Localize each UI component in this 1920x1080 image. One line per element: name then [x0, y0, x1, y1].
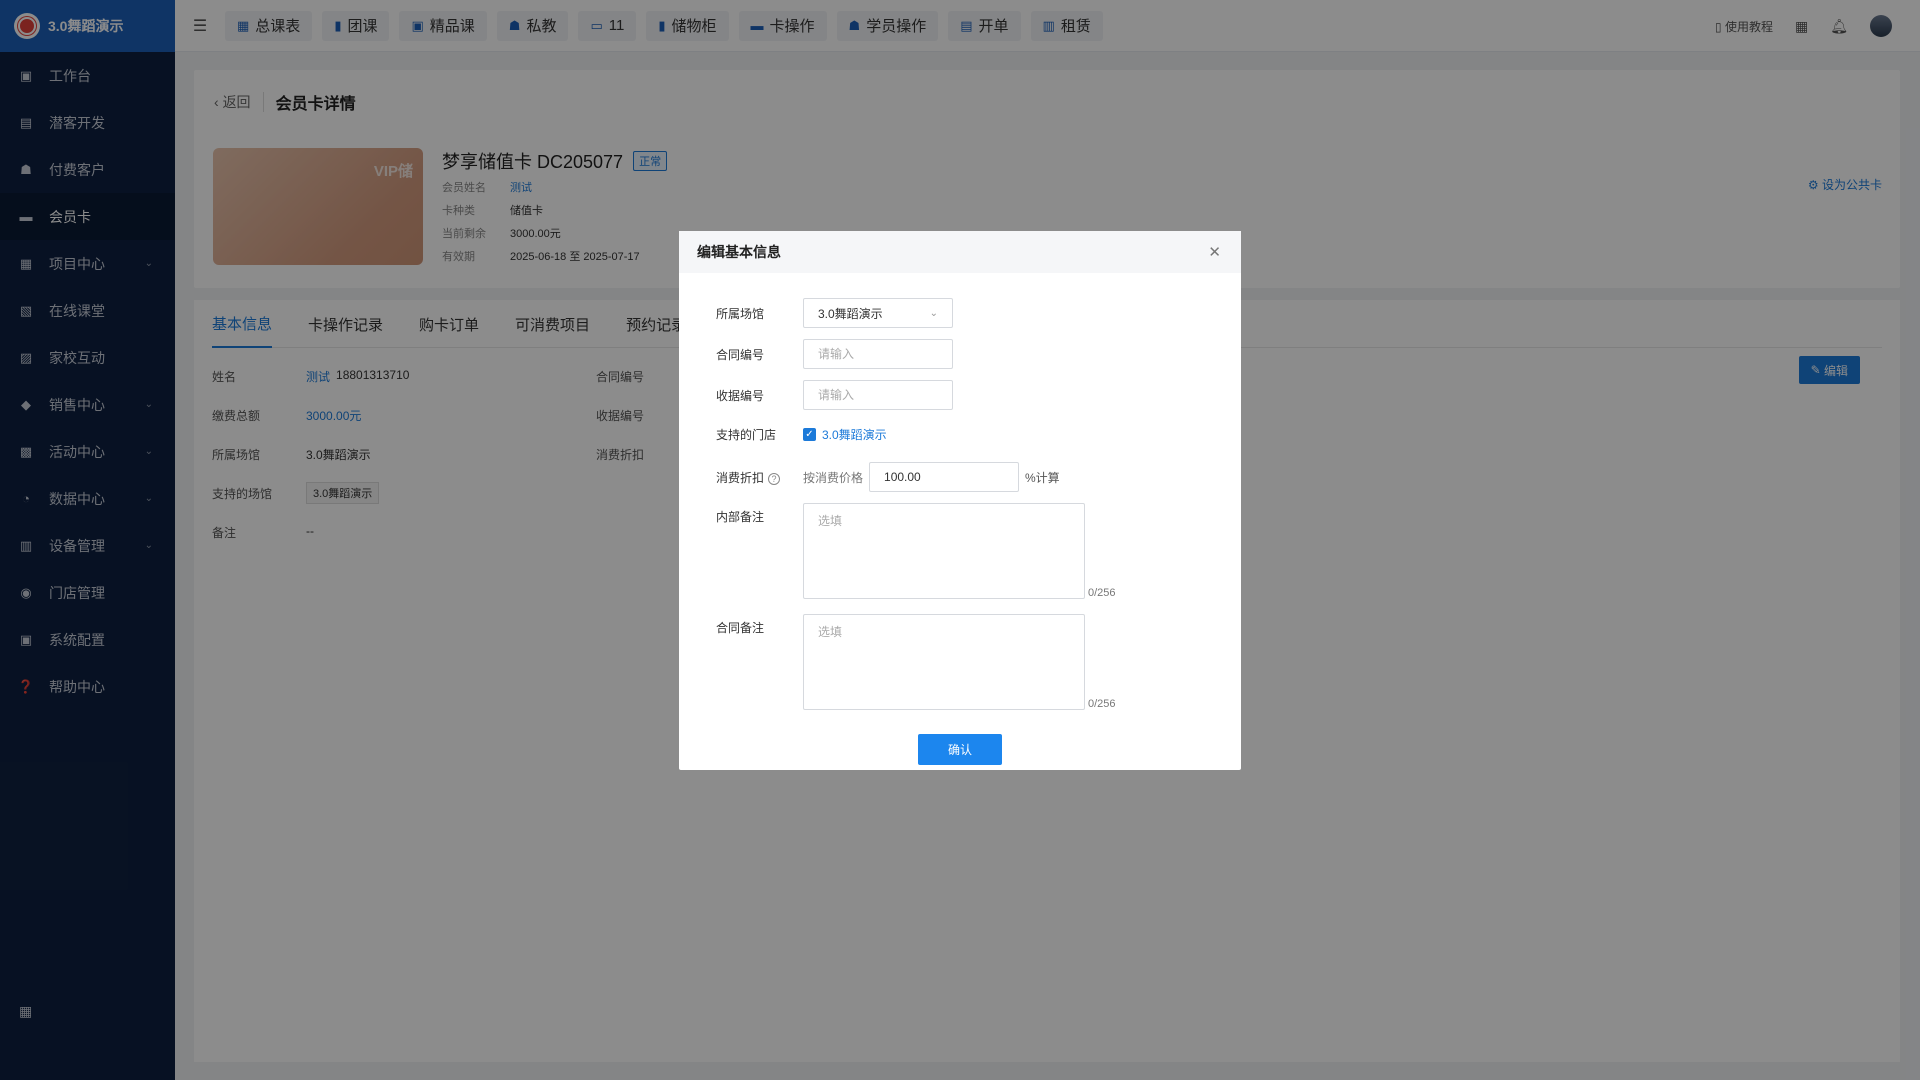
stores-row: 支持的门店 ✓ 3.0舞蹈演示 — [716, 426, 887, 443]
edit-basic-info-dialog: 编辑基本信息 ✕ 所属场馆 3.0舞蹈演示 ⌄ 合同编号 收据编号 支持的门店 … — [679, 231, 1241, 770]
venue-select[interactable]: 3.0舞蹈演示 ⌄ — [803, 298, 953, 328]
discount-label-wrap: 消费折扣? — [716, 469, 803, 486]
receipt-number-input[interactable] — [803, 380, 953, 410]
dialog-header: 编辑基本信息 ✕ — [679, 231, 1241, 273]
receipt-label: 收据编号 — [716, 388, 765, 403]
contract-note-label: 合同备注 — [716, 621, 765, 635]
stores-label: 支持的门店 — [716, 428, 777, 442]
dialog-title: 编辑基本信息 — [697, 244, 781, 260]
internal-note-counter: 0/256 — [1088, 587, 1116, 599]
discount-label: 消费折扣 — [716, 470, 765, 485]
discount-row: 消费折扣? 按消费价格 %计算 — [716, 462, 1060, 492]
contract-note-counter: 0/256 — [1088, 698, 1116, 710]
internal-note-textarea[interactable] — [803, 503, 1085, 599]
discount-input[interactable] — [869, 462, 1020, 492]
contract-note-textarea[interactable] — [803, 614, 1085, 710]
internal-note-label: 内部备注 — [716, 510, 765, 524]
contract-row: 合同编号 — [716, 339, 953, 369]
discount-prefix: 按消费价格 — [803, 470, 864, 485]
contract-number-input[interactable] — [803, 339, 953, 369]
contract-note-row: 合同备注 0/256 — [716, 614, 1116, 710]
venue-select-value: 3.0舞蹈演示 — [818, 306, 883, 321]
close-icon[interactable]: ✕ — [1208, 243, 1221, 261]
contract-label: 合同编号 — [716, 347, 765, 362]
internal-note-row: 内部备注 0/256 — [716, 503, 1116, 599]
confirm-button[interactable]: 确认 — [918, 734, 1002, 765]
store-checkbox-label[interactable]: 3.0舞蹈演示 — [822, 426, 887, 443]
receipt-row: 收据编号 — [716, 380, 953, 410]
store-checkbox[interactable]: ✓ — [803, 428, 816, 441]
chevron-down-icon: ⌄ — [929, 307, 938, 319]
question-icon[interactable]: ? — [768, 472, 781, 485]
venue-label: 所属场馆 — [716, 306, 765, 321]
discount-suffix: %计算 — [1025, 470, 1060, 485]
venue-row: 所属场馆 3.0舞蹈演示 ⌄ — [716, 298, 953, 328]
